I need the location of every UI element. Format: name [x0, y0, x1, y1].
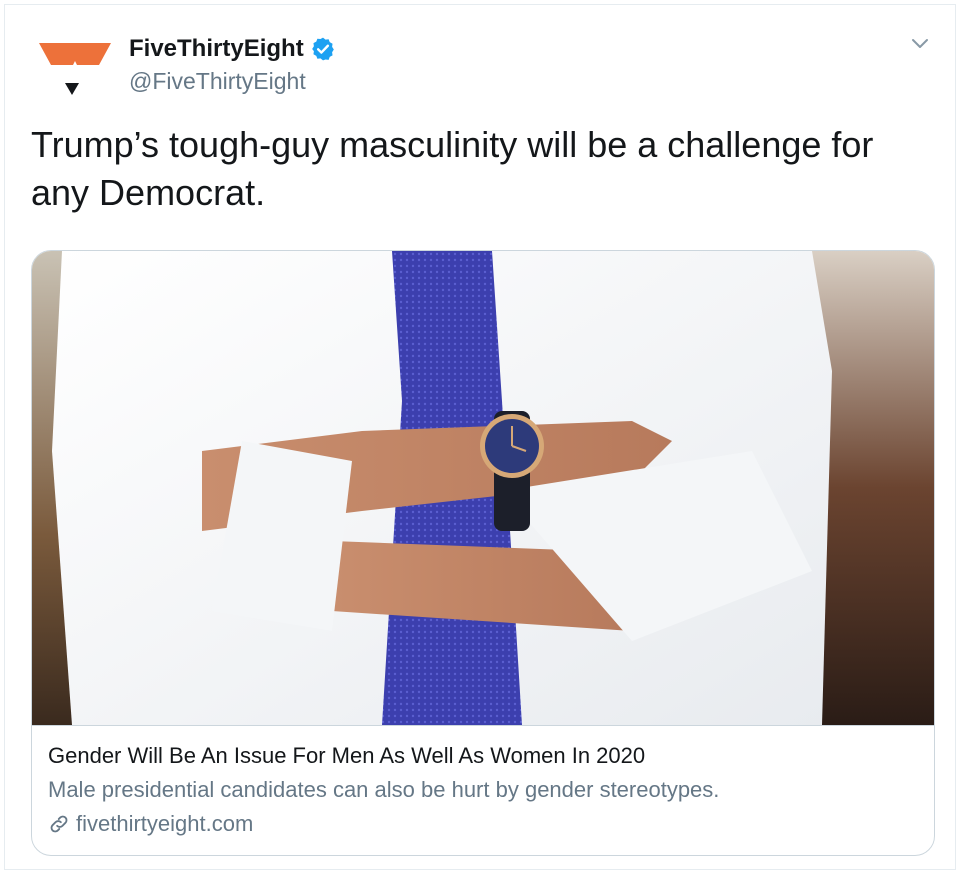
card-domain-text[interactable]: fivethirtyeight.com — [76, 810, 253, 838]
author-handle[interactable]: @FiveThirtyEight — [129, 67, 336, 95]
chevron-down-icon[interactable] — [909, 33, 931, 55]
verified-badge-icon — [311, 37, 334, 61]
card-body[interactable]: Gender Will Be An Issue For Men As Well … — [32, 725, 934, 855]
link-card[interactable]: Gender Will Be An Issue For Men As Well … — [31, 250, 935, 856]
link-icon — [50, 815, 68, 833]
tweet[interactable]: FiveThirtyEight @FiveThirtyEight Trump’s… — [4, 4, 956, 870]
display-name-text[interactable]: FiveThirtyEight — [129, 35, 304, 63]
author-display-name[interactable]: FiveThirtyEight — [129, 35, 336, 63]
card-image[interactable] — [32, 251, 935, 725]
tweet-text: Trump’s tough-guy masculinity will be a … — [31, 124, 874, 213]
card-description: Male presidential candidates can also be… — [48, 777, 720, 802]
card-title[interactable]: Gender Will Be An Issue For Men As Well … — [48, 742, 645, 770]
fivethirtyeight-logo-icon[interactable] — [37, 39, 113, 103]
author-block[interactable]: FiveThirtyEight @FiveThirtyEight — [129, 35, 336, 95]
card-domain[interactable]: fivethirtyeight.com — [48, 810, 253, 838]
